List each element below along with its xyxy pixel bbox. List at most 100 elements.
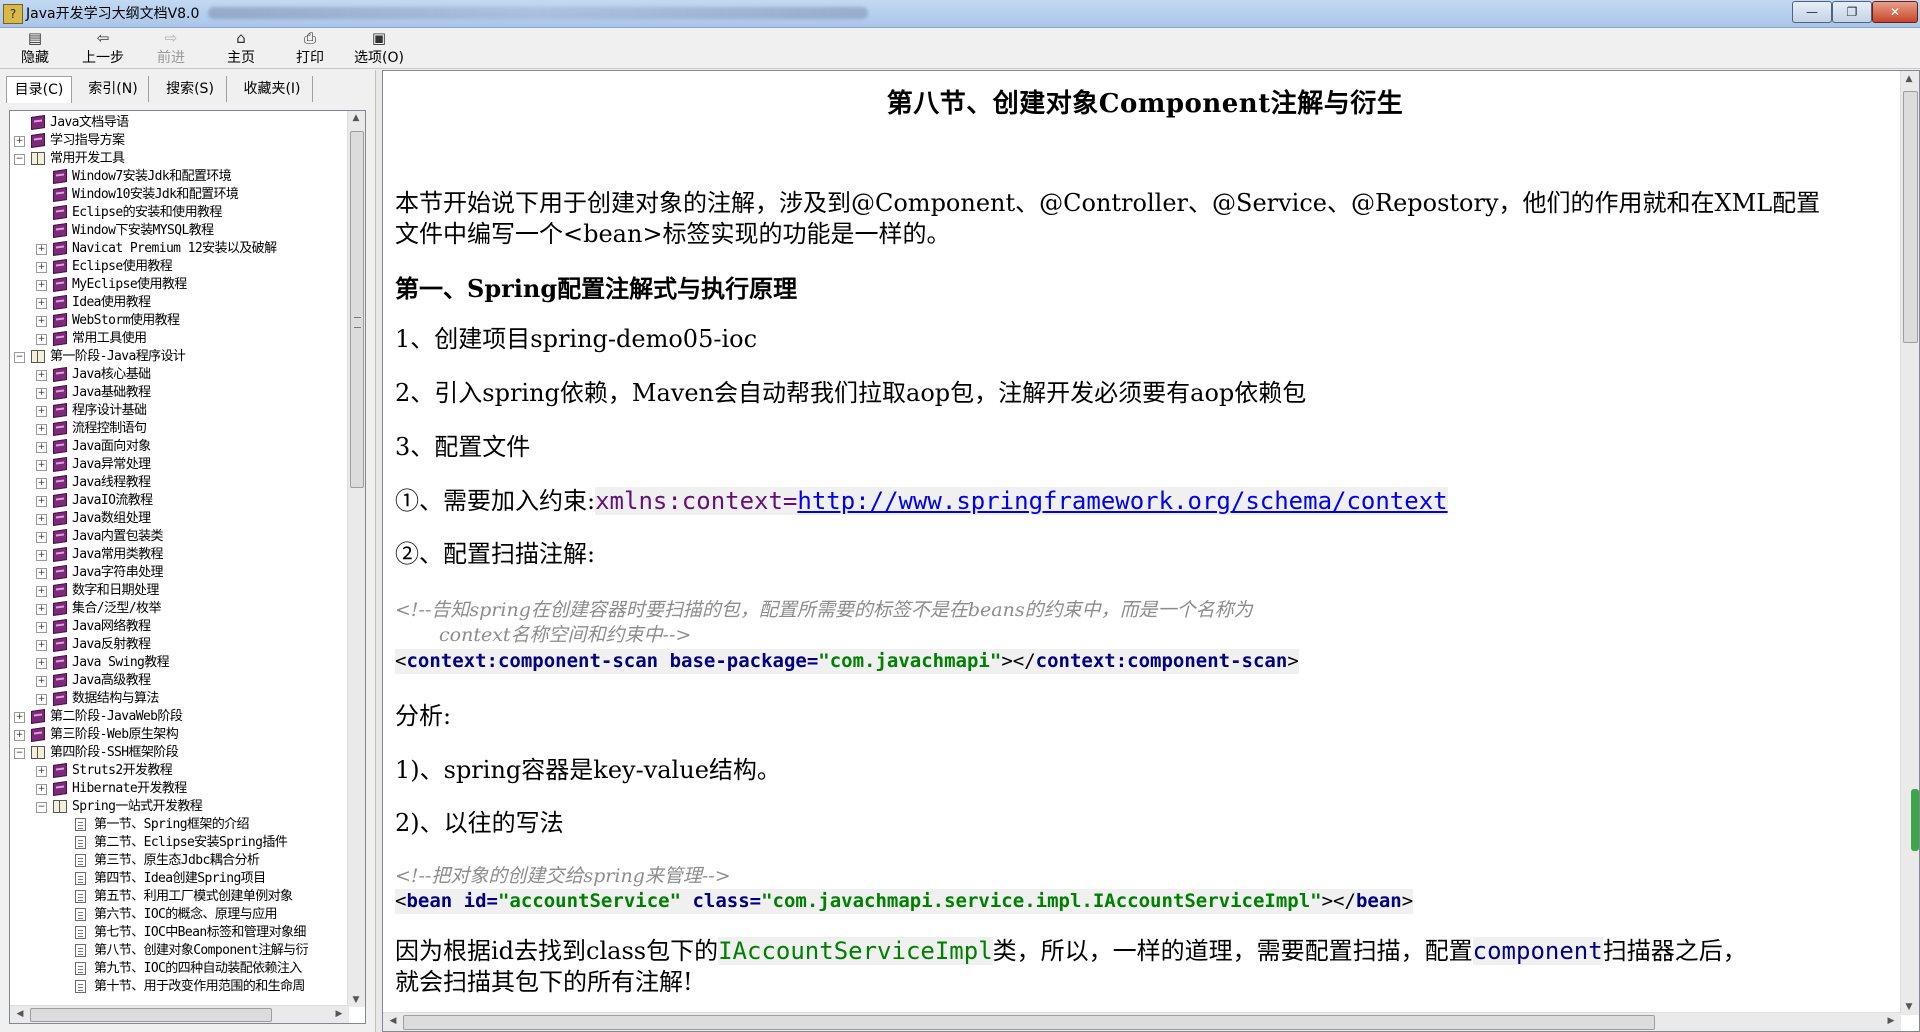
tree-item[interactable]: + WebStorm使用教程 <box>10 312 350 330</box>
print-button[interactable]: ⎙ 打印 <box>279 30 341 67</box>
tree-item[interactable]: + 第二阶段-JavaWeb阶段 <box>10 708 350 726</box>
tree-item[interactable]: + Java线程教程 <box>10 474 350 492</box>
expand-icon[interactable]: + <box>36 604 47 615</box>
doc-scroll-up-arrow-icon[interactable]: ▲ <box>1901 74 1917 84</box>
home-button[interactable]: ⌂ 主页 <box>210 30 272 67</box>
expand-icon[interactable]: + <box>36 370 47 381</box>
tree-item[interactable]: 第六节、IOC的概念、原理与应用 <box>10 906 350 924</box>
expand-icon[interactable]: + <box>36 262 47 273</box>
expand-icon[interactable]: + <box>36 514 47 525</box>
expand-icon[interactable]: + <box>36 568 47 579</box>
expand-icon[interactable]: + <box>36 676 47 687</box>
tree-item[interactable]: + Java基础教程 <box>10 384 350 402</box>
tree-hscroll-thumb[interactable] <box>30 1008 272 1022</box>
expand-icon[interactable]: + <box>36 694 47 705</box>
tree-item[interactable]: − 第一阶段-Java程序设计 <box>10 348 350 366</box>
document-horizontal-scrollbar[interactable]: ◀ ▶ <box>383 1012 1901 1031</box>
tree-item[interactable]: + 第三阶段-Web原生架构 <box>10 726 350 744</box>
expand-icon[interactable]: + <box>14 136 25 147</box>
tree-item[interactable]: + 数据结构与算法 <box>10 690 350 708</box>
tree-item[interactable]: + Java字符串处理 <box>10 564 350 582</box>
tree-item[interactable]: − Spring一站式开发教程 <box>10 798 350 816</box>
expand-icon[interactable]: + <box>36 496 47 507</box>
tree-item[interactable]: + Java面向对象 <box>10 438 350 456</box>
tab-index[interactable]: 索引(N) <box>78 76 149 102</box>
tree-item[interactable]: 第八节、创建对象Component注解与衍 <box>10 942 350 960</box>
tree-item[interactable]: 第一节、Spring框架的介绍 <box>10 816 350 834</box>
expand-icon[interactable]: + <box>14 712 25 723</box>
tree-item[interactable]: + 集合/泛型/枚举 <box>10 600 350 618</box>
restore-button[interactable]: ❐ <box>1832 1 1872 23</box>
expand-icon[interactable]: + <box>36 640 47 651</box>
tree-item[interactable]: 第五节、利用工厂模式创建单例对象 <box>10 888 350 906</box>
tree-item[interactable]: + Java反射教程 <box>10 636 350 654</box>
back-button[interactable]: ⇦ 上一步 <box>72 30 134 67</box>
tree-item[interactable]: + Java高级教程 <box>10 672 350 690</box>
expand-icon[interactable]: + <box>36 280 47 291</box>
tree-item[interactable]: + Hibernate开发教程 <box>10 780 350 798</box>
schema-link[interactable]: http://www.springframework.org/schema/co… <box>797 487 1447 515</box>
expand-icon[interactable]: + <box>36 532 47 543</box>
tree-item[interactable]: + Navicat Premium 12安装以及破解 <box>10 240 350 258</box>
document-scroll-thumb[interactable] <box>1903 91 1918 343</box>
tree-item[interactable]: + 学习指导方案 <box>10 132 350 150</box>
expand-icon[interactable]: + <box>36 406 47 417</box>
tree-item[interactable]: 第四节、Idea创建Spring项目 <box>10 870 350 888</box>
tab-search[interactable]: 搜索(S) <box>154 76 227 102</box>
tree-item[interactable]: + 流程控制语句 <box>10 420 350 438</box>
tree-item[interactable]: + MyEclipse使用教程 <box>10 276 350 294</box>
expand-icon[interactable]: + <box>36 388 47 399</box>
expand-icon[interactable]: + <box>36 298 47 309</box>
scroll-left-arrow-icon[interactable]: ◀ <box>12 1009 28 1019</box>
scroll-right-arrow-icon[interactable]: ▶ <box>331 1009 347 1019</box>
tree-item[interactable]: + Java Swing教程 <box>10 654 350 672</box>
hide-button[interactable]: ▤ 隐藏 <box>4 30 66 67</box>
expand-icon[interactable]: + <box>36 460 47 471</box>
tree-item[interactable]: Java文档导语 <box>10 114 350 132</box>
tree-item[interactable]: + Java内置包装类 <box>10 528 350 546</box>
expand-icon[interactable]: + <box>36 658 47 669</box>
tab-contents[interactable]: 目录(C) <box>6 76 72 103</box>
tree-item[interactable]: Eclipse的安装和使用教程 <box>10 204 350 222</box>
tree-item[interactable]: + Struts2开发教程 <box>10 762 350 780</box>
expand-icon[interactable]: + <box>36 442 47 453</box>
expand-icon[interactable]: + <box>36 550 47 561</box>
tab-favorites[interactable]: 收藏夹(I) <box>232 76 313 102</box>
forward-button[interactable]: ⇨ 前进 <box>140 30 202 67</box>
tree-item[interactable]: 第十节、用于改变作用范围的和生命周 <box>10 978 350 995</box>
tree-item[interactable]: Window10安装Jdk和配置环境 <box>10 186 350 204</box>
expand-icon[interactable]: + <box>36 766 47 777</box>
tree-item[interactable]: + 常用工具使用 <box>10 330 350 348</box>
document-hscroll-thumb[interactable] <box>403 1015 1655 1030</box>
document-vertical-scrollbar[interactable]: ▲ ▼ <box>1900 71 1919 1015</box>
tree-vertical-scrollbar[interactable]: ▲ ▼ <box>347 111 365 1007</box>
expand-icon[interactable]: + <box>14 730 25 741</box>
collapse-icon[interactable]: − <box>14 352 25 363</box>
tree-item[interactable]: + Eclipse使用教程 <box>10 258 350 276</box>
tree-item[interactable]: + 数字和日期处理 <box>10 582 350 600</box>
doc-scroll-left-arrow-icon[interactable]: ◀ <box>385 1016 401 1026</box>
expand-icon[interactable]: + <box>36 784 47 795</box>
tree-item[interactable]: 第二节、Eclipse安装Spring插件 <box>10 834 350 852</box>
minimize-button[interactable]: — <box>1792 1 1832 23</box>
tree-item[interactable]: 第三节、原生态Jdbc耦合分析 <box>10 852 350 870</box>
collapse-icon[interactable]: − <box>36 802 47 813</box>
expand-icon[interactable]: + <box>36 334 47 345</box>
tree-item[interactable]: + 程序设计基础 <box>10 402 350 420</box>
tree-item[interactable]: Window下安装MYSQL教程 <box>10 222 350 240</box>
tree-item[interactable]: Window7安装Jdk和配置环境 <box>10 168 350 186</box>
tree-item[interactable]: − 第四阶段-SSH框架阶段 <box>10 744 350 762</box>
tree-item[interactable]: + Java网络教程 <box>10 618 350 636</box>
tree-item[interactable]: + Java核心基础 <box>10 366 350 384</box>
expand-icon[interactable]: + <box>36 424 47 435</box>
expand-icon[interactable]: + <box>36 622 47 633</box>
tree-item[interactable]: + Idea使用教程 <box>10 294 350 312</box>
tree-scroll-thumb[interactable] <box>350 131 364 488</box>
tree-item[interactable]: + Java常用类教程 <box>10 546 350 564</box>
tree-item[interactable]: + Java异常处理 <box>10 456 350 474</box>
tree-item[interactable]: + Java数组处理 <box>10 510 350 528</box>
close-button[interactable]: ✕ <box>1872 1 1918 23</box>
scroll-up-arrow-icon[interactable]: ▲ <box>348 113 364 123</box>
expand-icon[interactable]: + <box>36 586 47 597</box>
tree-horizontal-scrollbar[interactable]: ◀ ▶ <box>10 1005 349 1023</box>
